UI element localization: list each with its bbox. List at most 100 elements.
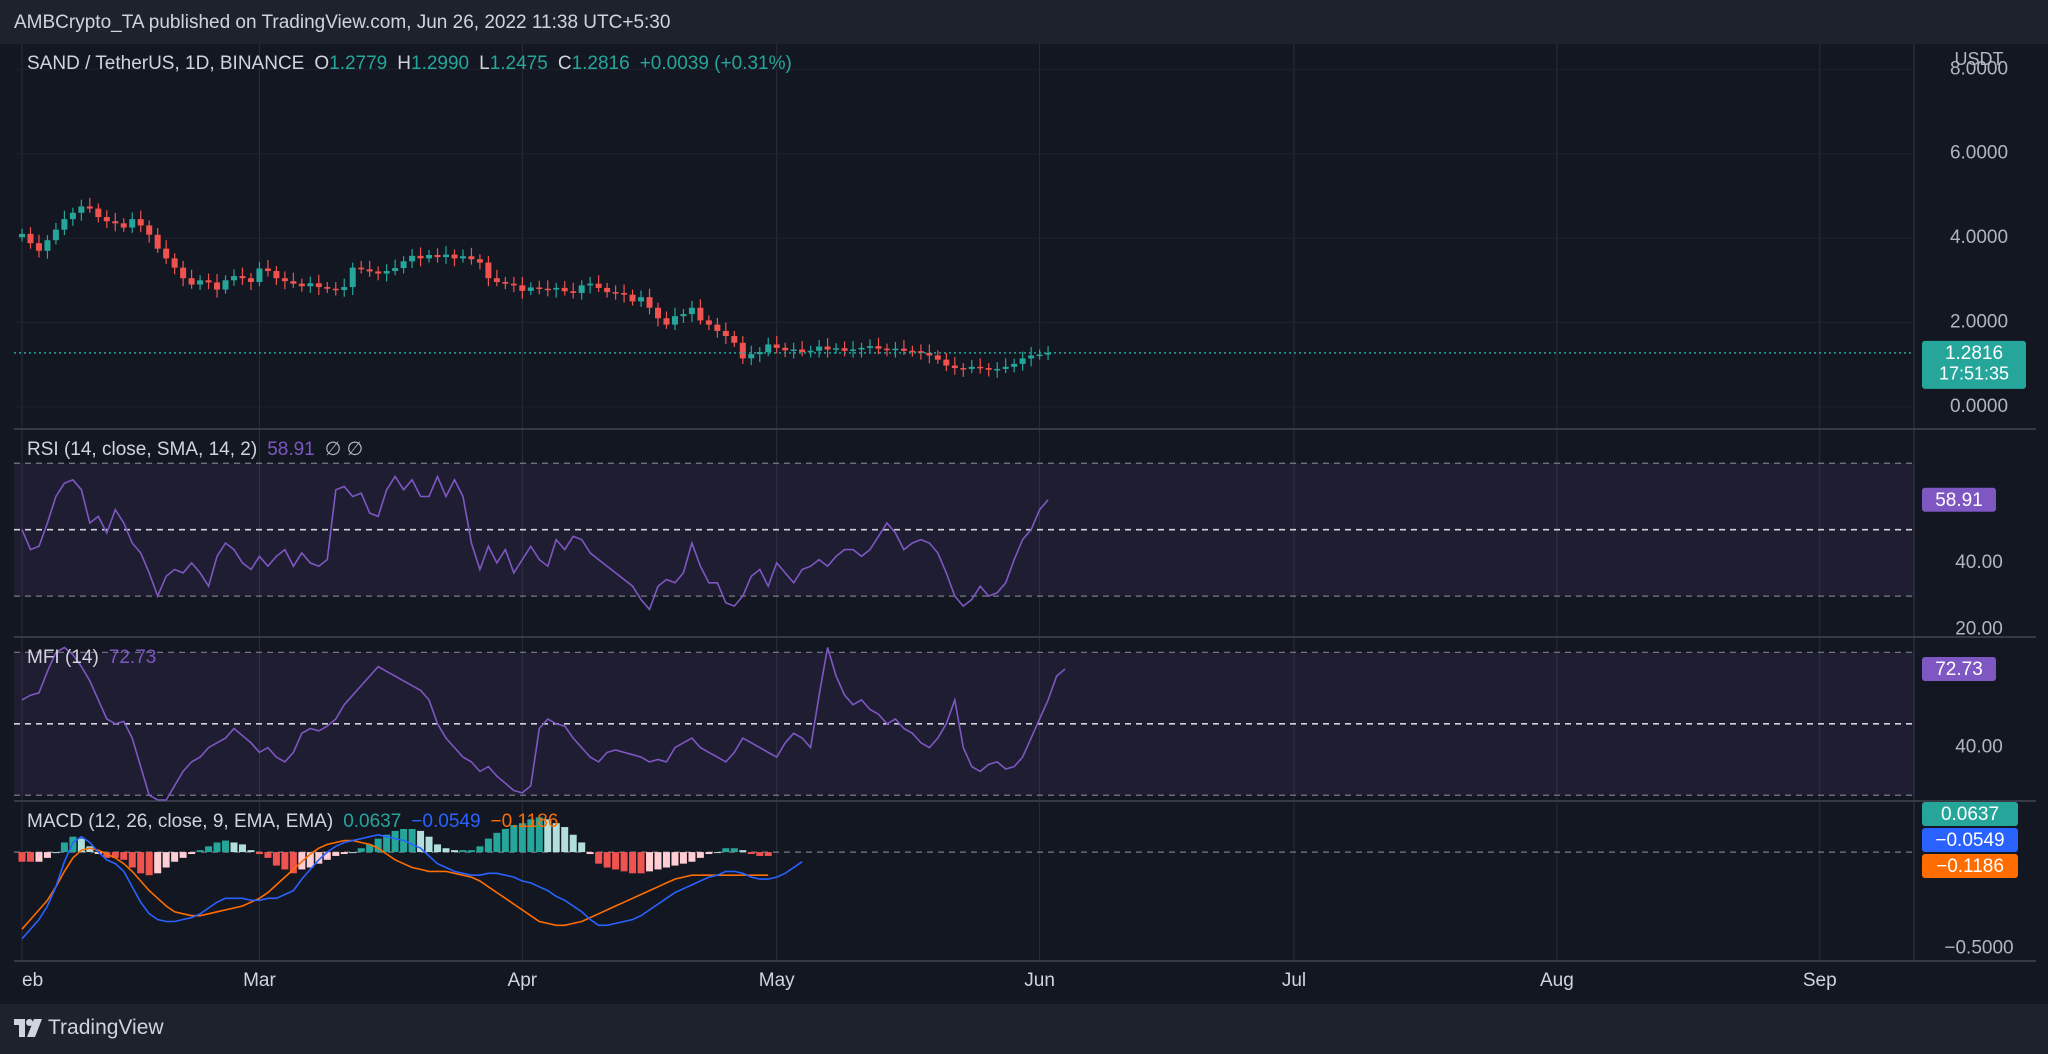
macd-hist-bar <box>688 852 696 862</box>
x-axis-label: Sep <box>1803 970 1837 991</box>
candle-body <box>638 297 645 302</box>
macd-hist-bar <box>730 848 738 853</box>
x-axis-label: eb <box>22 970 43 991</box>
macd-hist-bar <box>434 844 442 853</box>
candle-body <box>120 223 127 228</box>
macd-hist-bar <box>467 850 475 853</box>
macd-hist-bar <box>696 852 704 858</box>
x-axis-label: May <box>759 970 795 991</box>
candle-body <box>222 280 229 290</box>
candle-body <box>570 291 577 293</box>
candle-body <box>943 359 950 366</box>
mfi-last-value: 72.73 <box>1935 659 1983 680</box>
candle-body <box>985 368 992 370</box>
rsi-legend: RSI (14, close, SMA, 14, 2) 58.91 ∅ ∅ <box>27 439 363 460</box>
legend-high: 1.2990 <box>411 53 469 74</box>
candle-body <box>281 278 288 282</box>
macd-hist-bar <box>196 850 204 853</box>
candle-body <box>332 288 339 291</box>
legend-l-label: L <box>479 53 490 74</box>
mfi-legend-value: 72.73 <box>109 647 157 668</box>
candle-body <box>485 262 492 279</box>
macd-hist-bar <box>425 836 433 853</box>
rsi-tick: 40.00 <box>1955 552 2003 573</box>
macd-legend-hist: 0.0637 <box>343 811 401 832</box>
candle-body <box>264 268 271 272</box>
candle-body <box>951 365 958 369</box>
legend-h-label: H <box>397 53 411 74</box>
macd-hist-bar <box>120 852 128 860</box>
candle-body <box>527 287 534 291</box>
macd-hist-bar <box>171 852 179 862</box>
legend-close: 1.2816 <box>572 53 630 74</box>
macd-hist-bar <box>747 852 755 855</box>
macd-hist-bar <box>357 848 365 853</box>
macd-hist-bar <box>476 846 484 853</box>
publish-header: AMBCrypto_TA published on TradingView.co… <box>0 0 2048 44</box>
candle-body <box>790 349 797 352</box>
main-legend: SAND / TetherUS, 1D, BINANCE O1.2779 H1.29… <box>27 53 792 74</box>
candle-body <box>375 271 382 274</box>
macd-hist-bar <box>612 852 620 870</box>
candle-body <box>960 368 967 370</box>
candle-body <box>366 269 373 272</box>
candle-body <box>714 324 721 331</box>
candle-body <box>298 283 305 287</box>
candle-body <box>52 229 59 241</box>
candle-body <box>443 254 449 258</box>
bar-countdown: 17:51:35 <box>1939 364 2009 384</box>
publish-text: AMBCrypto_TA published on TradingView.co… <box>14 12 671 33</box>
candle-body <box>595 283 602 288</box>
candle-body <box>561 287 568 292</box>
rsi-legend-value: 58.91 <box>267 439 315 460</box>
candle-body <box>587 283 594 286</box>
legend-change: +0.0039 (+0.31%) <box>640 53 792 74</box>
legend-low: 1.2475 <box>490 53 548 74</box>
candle-body <box>697 307 704 321</box>
footer-brand: TradingView <box>48 1016 164 1039</box>
candle-body <box>934 355 941 360</box>
macd-hist-bar <box>188 852 196 855</box>
macd-hist-bar <box>391 830 399 853</box>
candle-body <box>256 268 263 282</box>
candle-body <box>426 254 433 259</box>
tradingview-logo[interactable]: TradingView <box>14 1016 164 1040</box>
macd-hist-bar <box>162 852 170 868</box>
candle-body <box>621 292 628 295</box>
candle-body <box>146 225 153 235</box>
macd-hist-bar <box>205 846 213 853</box>
candle-body <box>765 344 772 353</box>
macd-hist-bar <box>603 852 611 868</box>
macd-hist-bar <box>230 842 238 853</box>
macd-hist-bar <box>561 827 569 853</box>
candle-body <box>383 271 390 274</box>
candle-body <box>544 288 551 291</box>
candle-body <box>1036 354 1043 357</box>
candle-body <box>739 342 746 359</box>
candle-body <box>612 292 619 294</box>
candle-body <box>578 285 585 293</box>
candle-body <box>731 336 738 343</box>
macd-hist-bar <box>739 850 747 853</box>
macd-legend: MACD (12, 26, close, 9, EMA, EMA) 0.0637−… <box>27 811 558 832</box>
tradingview-logo-icon <box>14 1019 42 1037</box>
macd-hist-bar <box>52 852 60 854</box>
macd-hist-bar <box>137 852 145 874</box>
chart-svg[interactable]: ebMarAprMayJunJulAugSepOct8.00006.00004.… <box>14 44 2036 1004</box>
candle-body <box>688 307 695 315</box>
rsi-last-value: 58.91 <box>1935 490 1983 511</box>
chart-area[interactable]: ebMarAprMayJunJulAugSepOct8.00006.00004.… <box>14 44 2036 1004</box>
macd-hist-bar <box>629 852 637 874</box>
macd-hist-bar <box>756 852 764 856</box>
candle-body <box>807 350 814 353</box>
candle-body <box>417 255 424 259</box>
candle-body <box>909 350 916 353</box>
macd-hist-bar <box>595 852 603 864</box>
macd-hist-bar <box>18 852 26 862</box>
rsi-legend-extra: ∅ ∅ <box>325 439 363 460</box>
candle-body <box>19 233 25 238</box>
macd-hist-bar <box>60 842 68 853</box>
candle-body <box>833 348 840 350</box>
candle-body <box>977 366 984 369</box>
candle-body <box>493 278 500 282</box>
